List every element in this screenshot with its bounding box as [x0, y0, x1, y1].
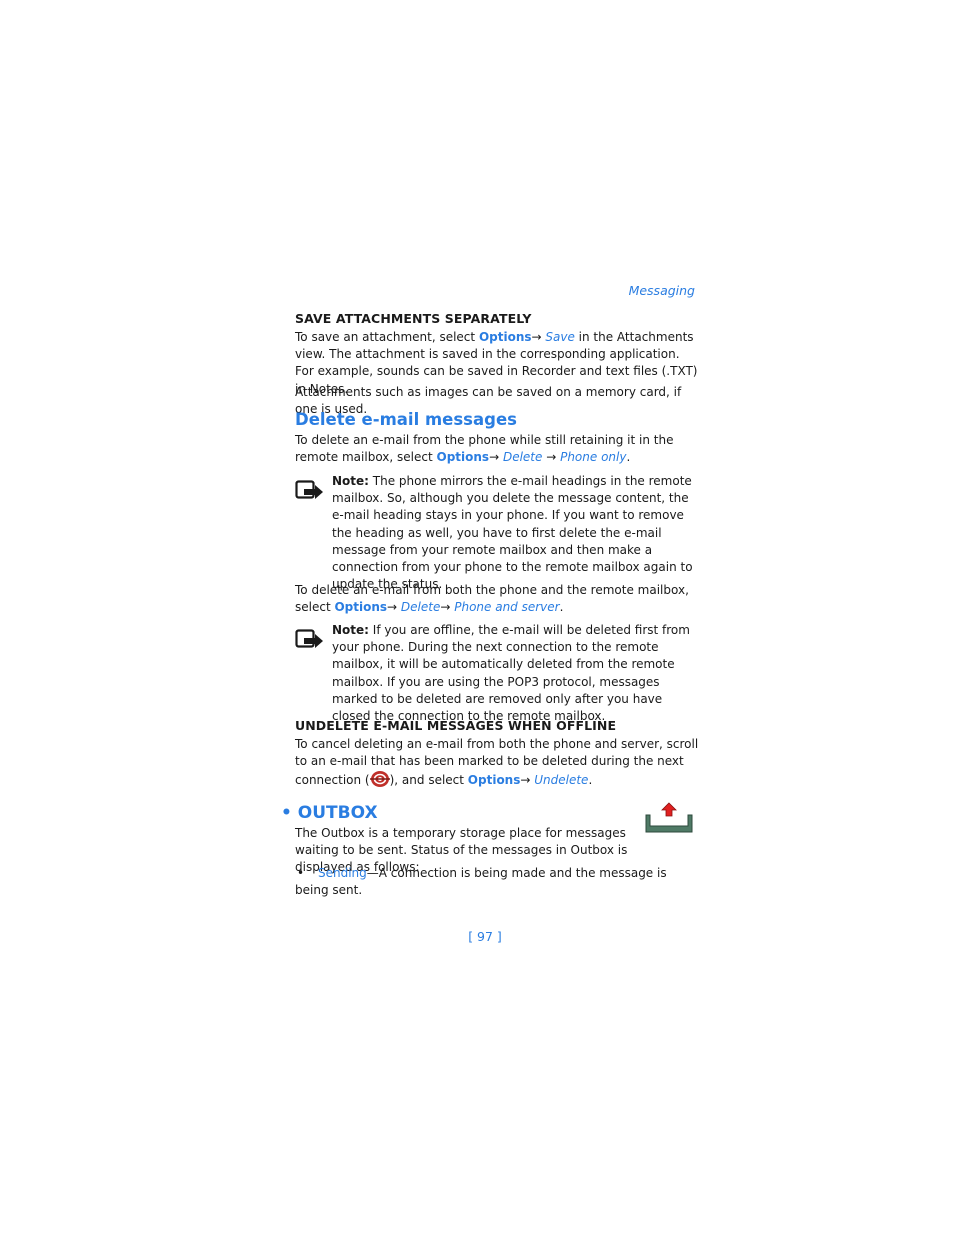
note-mirrors-headings: Note: The phone mirrors the e-mail headi… [332, 473, 700, 593]
save-menu-ref: Save [545, 330, 575, 344]
heading-bullet: • [281, 803, 292, 823]
outbox-heading: • OUTBOX [281, 803, 378, 823]
phone-and-server-menu-ref: Phone and server [454, 600, 560, 615]
note-text: The phone mirrors the e-mail headings in… [332, 474, 693, 592]
text: . [588, 773, 593, 788]
delete-phone-and-server-paragraph: To delete an e-mail from both the phone … [295, 582, 700, 616]
arrow: → [531, 330, 546, 344]
text: . [626, 450, 631, 465]
note-label: Note: [332, 623, 369, 637]
note-icon [295, 480, 323, 499]
undelete-paragraph: To cancel deleting an e-mail from both t… [295, 736, 700, 790]
text: ), and select [389, 773, 468, 788]
delete-phone-only-paragraph: To delete an e-mail from the phone while… [295, 432, 700, 466]
note-icon [295, 629, 323, 648]
outbox-icon [645, 802, 693, 833]
delete-email-heading: Delete e-mail messages [295, 410, 517, 429]
list-bullet: • [297, 866, 305, 880]
options-menu-ref: Options [467, 773, 521, 788]
note-text: If you are offline, the e-mail will be d… [332, 623, 690, 724]
heading-text: OUTBOX [297, 803, 378, 823]
deleted-email-icon [369, 771, 390, 788]
list-item: • Sending—A connection is being made and… [295, 865, 700, 899]
undelete-heading: UNDELETE E-MAIL MESSAGES WHEN OFFLINE [295, 718, 617, 733]
text: . [559, 600, 564, 615]
text: To save an attachment, select [295, 330, 479, 344]
undelete-menu-ref: Undelete [534, 773, 589, 788]
arrow: → [440, 600, 455, 615]
note-label: Note: [332, 474, 369, 488]
options-menu-ref: Options [334, 600, 388, 615]
outbox-status-list: • Sending—A connection is being made and… [295, 865, 700, 899]
save-attachments-heading: SAVE ATTACHMENTS SEPARATELY [295, 311, 532, 326]
options-menu-ref: Options [436, 450, 490, 465]
delete-menu-ref: Delete [400, 600, 441, 615]
arrow: → [387, 600, 401, 615]
running-head: Messaging [628, 283, 695, 298]
note-offline-deletion: Note: If you are offline, the e-mail wil… [332, 622, 700, 725]
arrow: → [542, 450, 561, 465]
delete-menu-ref: Delete [502, 450, 543, 465]
phone-only-menu-ref: Phone only [560, 450, 627, 465]
arrow: → [520, 773, 535, 788]
arrow: → [489, 450, 503, 465]
status-term-sending: Sending [318, 866, 367, 880]
options-menu-ref: Options [478, 330, 532, 344]
page-number: [ 97 ] [468, 929, 502, 944]
